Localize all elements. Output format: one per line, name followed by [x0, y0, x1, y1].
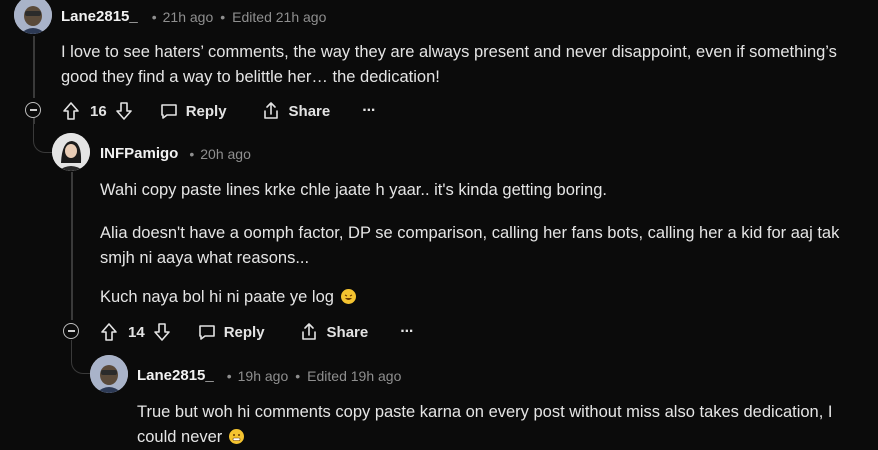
- vote-count: 16: [90, 102, 107, 120]
- more-options-button[interactable]: ···: [362, 102, 376, 120]
- comment-text: Alia doesn't have a oomph factor, DP se …: [100, 224, 840, 267]
- upvote-icon: [63, 102, 79, 120]
- separator: •: [220, 8, 226, 25]
- comment-actions: 14 Reply Share ···: [99, 318, 414, 346]
- reply-button[interactable]: Reply: [159, 101, 227, 121]
- reply-label: Reply: [223, 323, 265, 341]
- upvote-button[interactable]: [61, 101, 81, 121]
- laughing-emoji-icon: [340, 289, 356, 304]
- avatar[interactable]: [52, 133, 90, 171]
- share-button[interactable]: Share: [299, 322, 369, 342]
- reply-label: Reply: [185, 102, 227, 120]
- downvote-icon: [153, 323, 170, 341]
- separator: •: [226, 367, 232, 384]
- downvote-button[interactable]: [152, 322, 172, 342]
- share-icon: [301, 323, 316, 340]
- downvote-button[interactable]: [114, 101, 134, 121]
- username[interactable]: INFPamigo: [100, 145, 178, 162]
- comment-bubble-icon: [160, 104, 177, 119]
- share-label: Share: [288, 102, 331, 120]
- avatar[interactable]: [90, 355, 128, 393]
- comment-body: Kuch naya bol hi ni paate ye log: [100, 285, 865, 310]
- thread-line-mid: [71, 172, 73, 320]
- separator: •: [295, 367, 301, 384]
- comment-actions: 16 Reply Share ···: [61, 97, 376, 125]
- timestamp: 20h ago: [200, 145, 251, 162]
- timestamp: 21h ago: [162, 8, 214, 25]
- edited-label: Edited 21h ago: [232, 8, 327, 25]
- comment-body: Wahi copy paste lines krke chle jaate h …: [100, 178, 865, 203]
- upvote-icon: [101, 323, 117, 341]
- collapse-thread-button[interactable]: [63, 323, 79, 339]
- comment-bubble-icon: [198, 325, 215, 340]
- thread-connector-1: [33, 120, 52, 153]
- username[interactable]: Lane2815_: [137, 367, 214, 384]
- more-options-button[interactable]: ···: [400, 323, 414, 341]
- thread-connector-2: [71, 340, 90, 374]
- downvote-icon: [115, 102, 132, 120]
- comment-body: Alia doesn't have a oomph factor, DP se …: [100, 221, 865, 271]
- grimacing-emoji-icon: [228, 429, 244, 444]
- share-label: Share: [326, 323, 369, 341]
- thread-line-top: [33, 36, 35, 98]
- comment-body: True but woh hi comments copy paste karn…: [137, 400, 865, 450]
- comment-text: Kuch naya bol hi ni paate ye log: [100, 288, 334, 306]
- reply-button[interactable]: Reply: [197, 322, 265, 342]
- separator: •: [151, 8, 157, 25]
- comment-text: Wahi copy paste lines krke chle jaate h …: [100, 181, 607, 199]
- share-button[interactable]: Share: [261, 101, 331, 121]
- upvote-button[interactable]: [99, 322, 119, 342]
- vote-count: 14: [128, 323, 145, 341]
- edited-label: Edited 19h ago: [307, 367, 402, 384]
- comment-body: I love to see haters’ comments, the way …: [61, 40, 866, 90]
- collapse-thread-button[interactable]: [25, 102, 41, 118]
- comment-text: I love to see haters’ comments, the way …: [61, 43, 837, 86]
- avatar[interactable]: [14, 0, 52, 34]
- share-icon: [263, 102, 278, 119]
- separator: •: [189, 145, 195, 162]
- timestamp: 19h ago: [237, 367, 289, 384]
- username[interactable]: Lane2815_: [61, 8, 138, 25]
